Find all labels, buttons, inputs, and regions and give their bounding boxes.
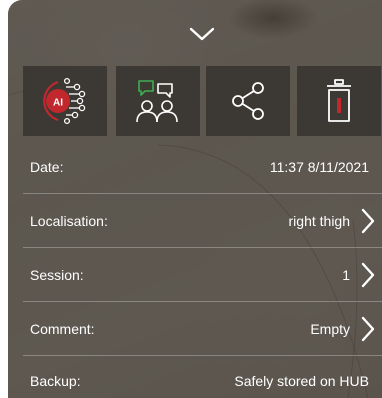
localisation-row[interactable]: Localisation: right thigh	[23, 194, 382, 248]
consult-button[interactable]	[116, 66, 200, 136]
comment-label: Comment:	[30, 320, 95, 337]
comment-value: Empty	[310, 320, 350, 337]
localisation-label: Localisation:	[30, 212, 108, 229]
chevron-down-icon	[189, 27, 215, 41]
backup-value: Safely stored on HUB	[234, 373, 369, 389]
backup-label: Backup:	[30, 373, 81, 389]
delete-icon	[327, 79, 351, 122]
delete-button[interactable]	[297, 66, 381, 136]
share-icon	[232, 82, 264, 120]
session-row[interactable]: Session: 1	[23, 248, 382, 302]
ai-analysis-button[interactable]: AI	[23, 66, 107, 136]
share-button[interactable]	[206, 66, 290, 136]
comment-row[interactable]: Comment: Empty	[23, 302, 382, 356]
chevron-right-icon	[361, 316, 375, 341]
date-row: Date: 11:37 8/11/2021	[23, 140, 382, 194]
collapse-button[interactable]	[185, 22, 219, 46]
ai-icon-text: AI	[53, 98, 63, 109]
session-value: 1	[342, 266, 350, 283]
date-label: Date:	[30, 158, 64, 175]
app-screen: AI Date: 11:37 8/11/2021 Localisation: r…	[0, 0, 382, 398]
chevron-right-icon	[361, 208, 375, 233]
consult-chat-icon	[136, 80, 178, 123]
ai-analysis-icon: AI	[43, 77, 86, 125]
chevron-right-icon	[361, 262, 375, 287]
date-value: 11:37 8/11/2021	[269, 158, 369, 175]
action-toolbar: AI	[23, 66, 381, 136]
session-label: Session:	[30, 266, 84, 283]
backup-row: Backup: Safely stored on HUB	[23, 354, 382, 398]
localisation-value: right thigh	[288, 212, 350, 229]
